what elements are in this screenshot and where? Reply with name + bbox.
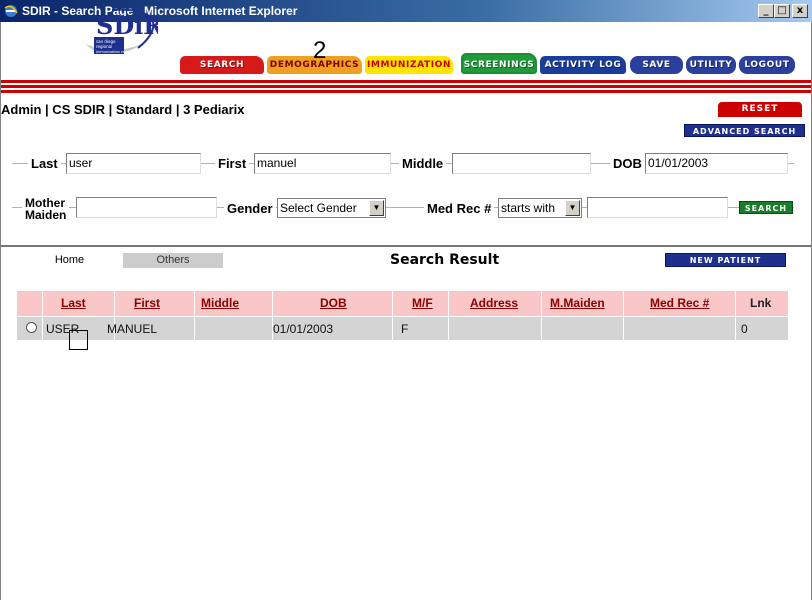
svg-text:immunization registry: immunization registry xyxy=(96,50,134,54)
dob-input[interactable]: 01/01/2003 xyxy=(645,153,788,174)
chevron-down-icon[interactable]: ▼ xyxy=(369,200,384,216)
medrec-label: Med Rec # xyxy=(424,201,495,216)
minimize-button[interactable]: _ xyxy=(758,4,774,18)
tab-screenings[interactable]: SCREENINGS xyxy=(461,53,537,74)
header-band xyxy=(1,80,811,95)
tab-activity-log[interactable]: ACTIVITY LOG xyxy=(540,56,626,74)
cell-first: MANUEL xyxy=(107,322,158,336)
column-header-medrec[interactable]: Med Rec # xyxy=(650,296,709,310)
column-header-last[interactable]: Last xyxy=(61,296,86,310)
maiden-label-line: Maiden xyxy=(25,208,67,222)
advanced-search-button[interactable]: ADVANCED SEARCH xyxy=(684,124,805,137)
column-header-first[interactable]: First xyxy=(134,296,160,310)
row-cell-address xyxy=(449,317,542,340)
row-cell-middle xyxy=(195,317,273,340)
logout-button[interactable]: LOGOUT xyxy=(739,56,795,74)
column-header-dob[interactable]: DOB xyxy=(320,296,347,310)
first-label: First xyxy=(215,156,250,171)
gender-select[interactable]: Select Gender ▼ xyxy=(277,198,386,218)
search-button[interactable]: SEARCH xyxy=(739,201,793,214)
last-name-input[interactable]: user xyxy=(66,153,201,174)
header-cell-select xyxy=(17,291,43,316)
save-button[interactable]: SAVE xyxy=(630,56,683,74)
section-separator xyxy=(1,245,811,247)
medrec-mode-select[interactable]: starts with ▼ xyxy=(498,198,582,218)
cursor-box xyxy=(69,330,88,350)
row-cell-mmaiden xyxy=(542,317,624,340)
middle-name-input[interactable] xyxy=(452,153,591,174)
last-label: Last xyxy=(28,156,61,171)
tab-others[interactable]: Others xyxy=(123,253,223,268)
svg-text:SDiR: SDiR xyxy=(96,11,158,40)
row-cell-medrec xyxy=(624,317,736,340)
maximize-button[interactable]: □ xyxy=(774,4,790,18)
search-result-title: Search Result xyxy=(390,252,500,268)
column-header-mf[interactable]: M/F xyxy=(412,296,433,310)
sdir-logo: SDiR san diego regional immunization reg… xyxy=(86,8,158,54)
tab-home[interactable]: Home xyxy=(18,253,121,268)
middle-label: Middle xyxy=(399,156,447,171)
user-context: Admin | CS SDIR | Standard | 3 Pediarix xyxy=(1,102,245,117)
column-header-mmaiden[interactable]: M.Maiden xyxy=(550,296,605,310)
tab-immunization[interactable]: IMMUNIZATION xyxy=(365,56,453,74)
row-select-radio[interactable] xyxy=(26,322,37,333)
cell-dob: 01/01/2003 xyxy=(273,322,334,336)
mother-maiden-label: Mother Maiden xyxy=(22,197,70,222)
new-patient-button[interactable]: NEW PATIENT xyxy=(665,253,786,267)
medrec-input[interactable] xyxy=(587,197,728,218)
close-button[interactable]: x xyxy=(792,4,808,18)
dob-label: DOB xyxy=(610,156,645,171)
utility-button[interactable]: UTILITY xyxy=(686,56,736,74)
chevron-down-icon[interactable]: ▼ xyxy=(565,200,580,216)
mother-maiden-input[interactable] xyxy=(76,197,217,218)
step-annotation: 2 xyxy=(313,37,327,64)
svg-text:regional: regional xyxy=(96,44,112,49)
cell-lnk[interactable]: 0 xyxy=(741,322,748,336)
gender-label: Gender xyxy=(224,201,276,216)
first-name-input[interactable]: manuel xyxy=(254,153,391,174)
tab-search[interactable]: SEARCH xyxy=(180,56,264,74)
column-header-lnk: Lnk xyxy=(750,296,772,310)
column-header-middle[interactable]: Middle xyxy=(201,296,239,310)
cell-mf: F xyxy=(401,322,409,336)
column-header-address[interactable]: Address xyxy=(470,296,518,310)
medrec-mode-value: starts with xyxy=(501,201,556,215)
gender-select-value: Select Gender xyxy=(280,201,357,215)
internet-explorer-icon xyxy=(4,5,18,17)
reset-button[interactable]: RESET xyxy=(718,102,802,117)
